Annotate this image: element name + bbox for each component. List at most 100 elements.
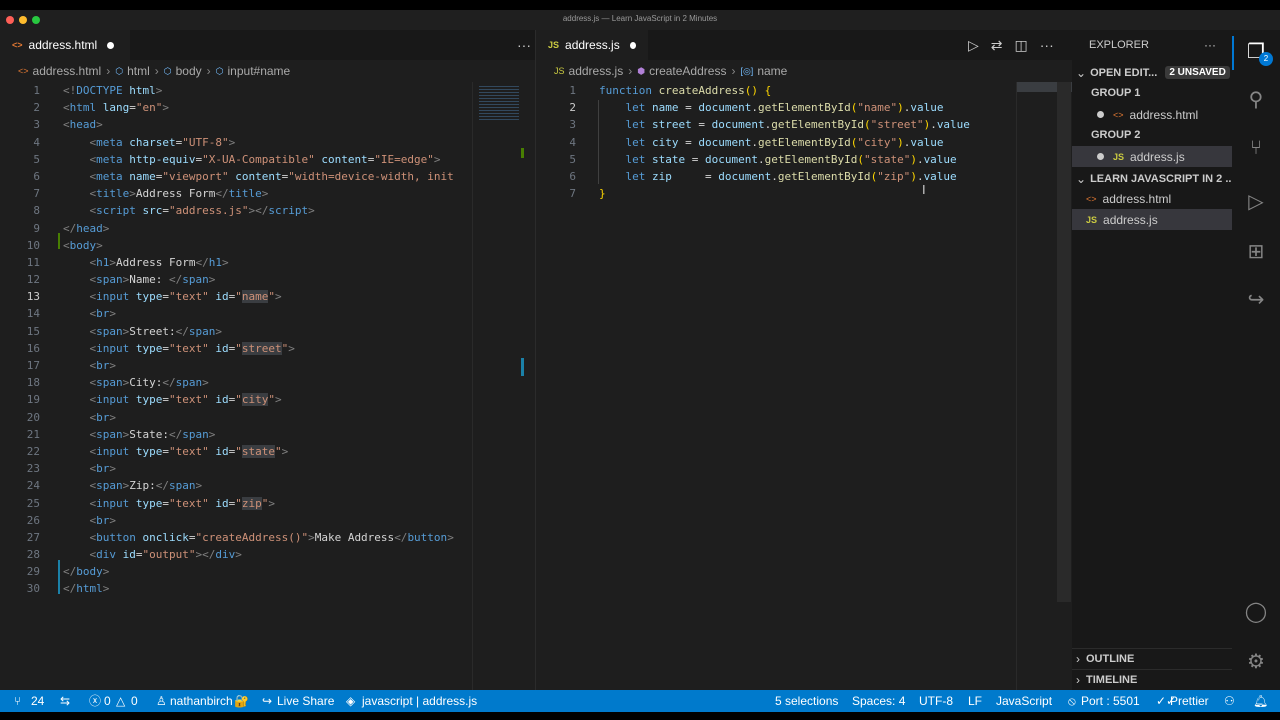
code-line[interactable]: 4 <meta charset="UTF-8"> — [0, 134, 472, 151]
project-folder[interactable]: ⌄ LEARN JAVASCRIPT IN 2 ... — [1072, 168, 1232, 189]
source-control-icon[interactable]: ⑂ — [1244, 136, 1268, 160]
code-line[interactable]: 30 </html> — [0, 580, 472, 597]
code-line[interactable]: 27 <button onclick="createAddress()">Mak… — [0, 529, 472, 546]
code-token: html — [69, 101, 97, 115]
tab-address-html[interactable]: <> address.html — [0, 30, 130, 60]
open-editor-item-js[interactable]: JS address.js — [1072, 146, 1232, 167]
language-hint[interactable]: javascript | address.js — [362, 690, 477, 712]
notifications-icon[interactable]: 🔔︎ — [1253, 690, 1268, 712]
encoding-status[interactable]: UTF-8 — [919, 690, 953, 712]
code-line[interactable]: 5 let state = document.getElementById("s… — [536, 151, 1016, 168]
right-scrollbar[interactable] — [1057, 82, 1071, 690]
code-line[interactable]: 12 <span>Name: </span> — [0, 271, 472, 288]
remote-icon[interactable]: ⑂ — [14, 690, 21, 712]
open-editor-item-html[interactable]: <> address.html — [1072, 104, 1232, 125]
code-line[interactable]: 3 <head> — [0, 116, 472, 133]
feedback-icon[interactable]: ⚇ — [1224, 690, 1235, 712]
code-line[interactable]: 4 let city = document.getElementById("ci… — [536, 134, 1016, 151]
code-line[interactable]: 11 <h1>Address Form</h1> — [0, 254, 472, 271]
split-editor-icon[interactable]: ◫ — [1015, 37, 1028, 54]
compare-icon[interactable]: ⇄ — [991, 37, 1003, 54]
warning-count[interactable]: 0 — [131, 690, 138, 712]
tab-address-js[interactable]: JS address.js — [536, 30, 648, 60]
left-code-area[interactable]: 1 <!DOCTYPE html> 2 <html lang="en"> 3 <head>… — [0, 82, 472, 690]
extensions-icon[interactable]: ⊞ — [1244, 240, 1268, 264]
code-line[interactable]: 2 let name = document.getElementById("na… — [536, 99, 1016, 116]
live-server-port[interactable]: Port : 5501 — [1081, 690, 1140, 712]
code-line[interactable]: 7 <title>Address Form</title> — [0, 185, 472, 202]
code-line[interactable]: 6 <meta name="viewport" content="width=d… — [0, 168, 472, 185]
code-line[interactable]: 13 <input type="text" id="name"> — [0, 288, 472, 305]
left-minimap[interactable] — [472, 82, 532, 690]
prettier-status[interactable]: Prettier — [1170, 690, 1209, 712]
code-line[interactable]: 8 <script src="address.js"></script> — [0, 202, 472, 219]
error-count[interactable]: 0 — [104, 690, 111, 712]
code-line[interactable]: 22 <input type="text" id="state"> — [0, 443, 472, 460]
code-line[interactable]: 24 <span>Zip:</span> — [0, 477, 472, 494]
breadcrumb-variable[interactable]: name — [757, 64, 787, 78]
live-share-user[interactable]: nathanbirch — [170, 690, 233, 712]
code-line[interactable]: 3 let street = document. getElementById("… — [536, 116, 1016, 133]
search-icon[interactable]: ⚲ — [1244, 88, 1268, 112]
code-text: <input type="text" id="street"> — [63, 340, 295, 357]
code-line[interactable]: 1 function createAddress() { — [536, 82, 1016, 99]
code-text: </html> — [63, 580, 109, 597]
account-icon[interactable]: ◯ — [1244, 600, 1268, 624]
breadcrumb-file[interactable]: address.html — [33, 64, 102, 78]
code-line[interactable]: 26 <br> — [0, 512, 472, 529]
settings-gear-icon[interactable]: ⚙ — [1244, 650, 1268, 674]
code-line[interactable]: 7} — [536, 185, 1016, 202]
code-line[interactable]: 9 </head> — [0, 220, 472, 237]
branch-count[interactable]: 24 — [31, 690, 44, 712]
code-line[interactable]: 19 <input type="text" id="city"> — [0, 391, 472, 408]
code-line[interactable]: 15 <span>Street:</span> — [0, 323, 472, 340]
code-line[interactable]: 1 <!DOCTYPE html> — [0, 82, 472, 99]
run-debug-icon[interactable]: ▷ — [1244, 190, 1268, 214]
code-token: " — [235, 444, 242, 458]
indentation-status[interactable]: Spaces: 4 — [852, 690, 905, 712]
open-editors-section[interactable]: ⌄ OPEN EDIT... 2 UNSAVED — [1072, 62, 1232, 83]
live-share-button[interactable]: Live Share — [277, 690, 334, 712]
file-item-html[interactable]: <> address.html — [1072, 188, 1232, 209]
more-actions-icon[interactable]: ··· — [517, 37, 531, 53]
breadcrumb-file[interactable]: address.js — [569, 64, 624, 78]
live-share-icon[interactable]: ↪ — [262, 690, 272, 712]
code-line[interactable]: 5 <meta http-equiv="X-UA-Compatible" con… — [0, 151, 472, 168]
code-line[interactable]: 16 <input type="text" id="street"> — [0, 340, 472, 357]
code-line[interactable]: 17 <br> — [0, 357, 472, 374]
breadcrumb-input[interactable]: input#name — [228, 64, 291, 78]
sync-icon[interactable]: ⇆ — [60, 690, 70, 712]
breadcrumb-body[interactable]: body — [176, 64, 202, 78]
code-line[interactable]: 10 <body> — [0, 237, 472, 254]
right-code-area[interactable]: 1 function createAddress() {2 let name = … — [536, 82, 1016, 690]
breadcrumb-html[interactable]: html — [127, 64, 150, 78]
live-share-icon[interactable]: ↪ — [1244, 288, 1268, 312]
more-actions-icon[interactable]: ··· — [1040, 37, 1054, 53]
code-line[interactable]: 2 <html lang="en"> — [0, 99, 472, 116]
selections-status[interactable]: 5 selections — [775, 690, 838, 712]
language-mode[interactable]: JavaScript — [996, 690, 1052, 712]
warning-icon[interactable]: △ — [116, 690, 125, 712]
unsaved-dot-icon[interactable] — [1097, 153, 1104, 160]
breadcrumb-function[interactable]: createAddress — [649, 64, 726, 78]
code-line[interactable]: 20 <br> — [0, 409, 472, 426]
code-token: ></ — [195, 548, 216, 562]
html-file-icon: <> — [1113, 109, 1124, 120]
code-line[interactable]: 25 <input type="text" id="zip"> — [0, 495, 472, 512]
code-line[interactable]: 29 </body> — [0, 563, 472, 580]
outline-section[interactable]: › OUTLINE — [1072, 648, 1232, 669]
error-icon[interactable]: ⓧ — [89, 690, 101, 712]
code-line[interactable]: 18 <span>City:</span> — [0, 374, 472, 391]
more-actions-icon[interactable]: ··· — [1204, 38, 1216, 52]
timeline-section[interactable]: › TIMELINE — [1072, 669, 1232, 690]
code-line[interactable]: 21 <span>State:</span> — [0, 426, 472, 443]
code-line[interactable]: 23 <br> — [0, 460, 472, 477]
code-line[interactable]: 6 let zip = document.getElementById("zip… — [536, 168, 1016, 185]
run-icon[interactable]: ▷ — [968, 37, 979, 54]
code-line[interactable]: 14 <br> — [0, 305, 472, 322]
file-item-js[interactable]: JS address.js — [1072, 209, 1232, 230]
eol-status[interactable]: LF — [968, 690, 982, 712]
code-line[interactable]: 28 <div id="output"></div> — [0, 546, 472, 563]
account-icon[interactable]: ♙ — [156, 690, 167, 712]
unsaved-dot-icon[interactable] — [1097, 111, 1104, 118]
